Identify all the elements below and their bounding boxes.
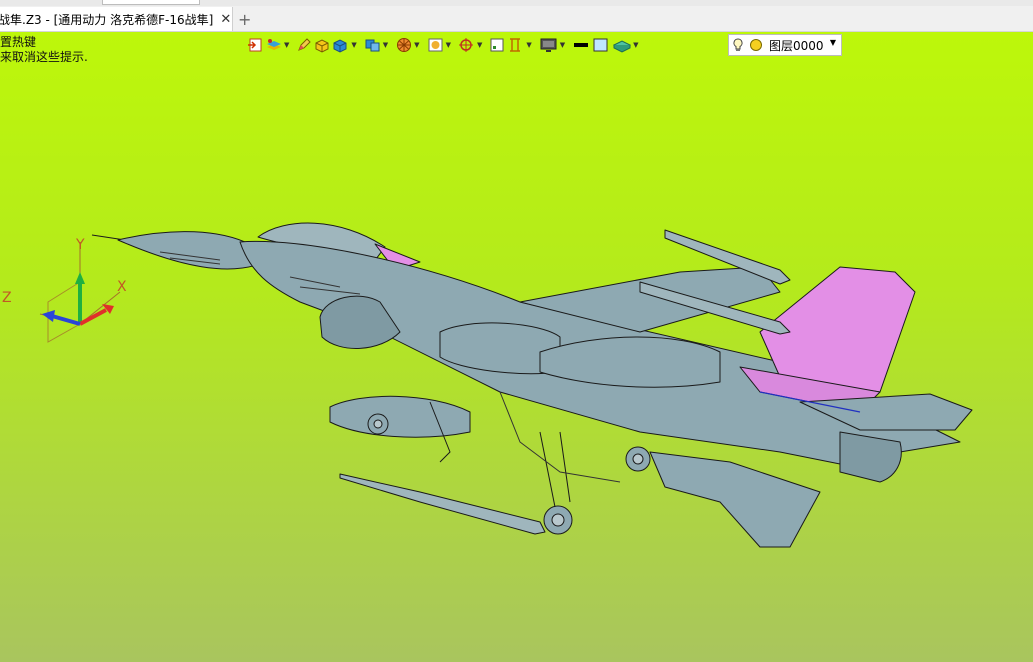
title-bar-field[interactable] [102,0,200,5]
close-tab-icon[interactable]: ✕ [220,12,231,27]
3d-viewport[interactable]: 置热键 来取消这些提示. ▼ ▼ ▼ ▼ ▼ ▼ ▼ ▼ ▼ 图层0000 ▼ … [0,32,1033,662]
ventral-fin [649,451,821,548]
document-tab-title: 战隼.Z3 - [通用动力 洛克希德F-16战隼] [0,12,214,27]
f16-model[interactable] [0,32,1033,662]
lower-missile [339,473,546,535]
wing-tank [329,395,471,438]
gear-strut [559,431,571,503]
document-tab-bar: 战隼.Z3 - [通用动力 洛克希德F-16战隼] ✕ + [0,6,1033,32]
new-tab-button[interactable]: + [238,10,251,29]
document-tab[interactable]: 战隼.Z3 - [通用动力 洛克希德F-16战隼] ✕ [0,7,233,31]
